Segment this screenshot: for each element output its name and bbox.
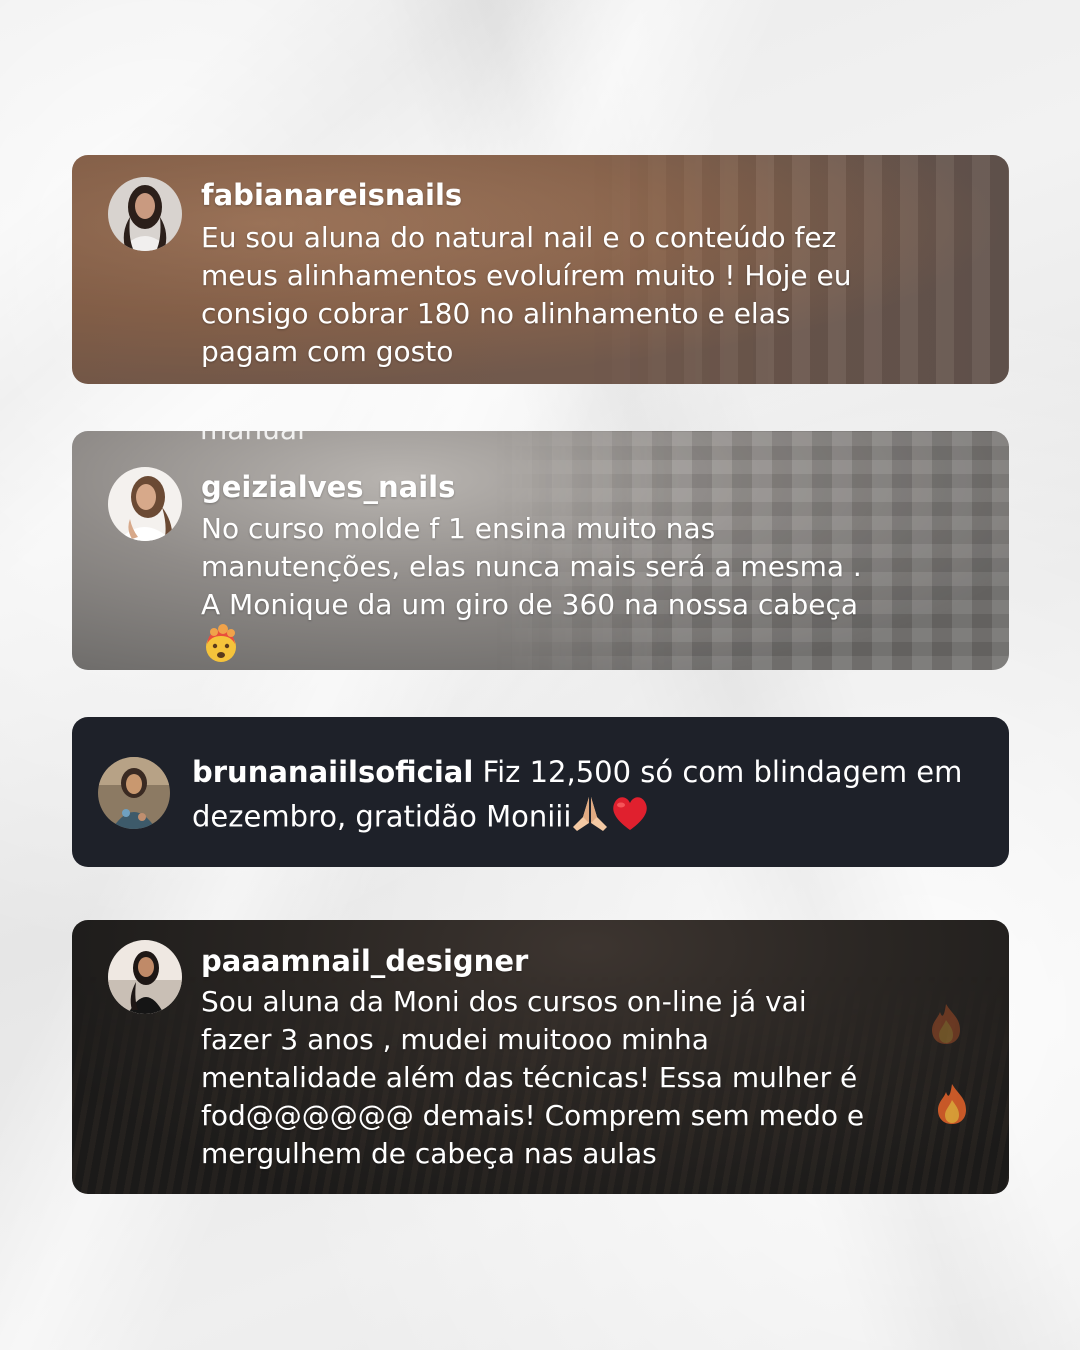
- comment-line: mentalidade além das técnicas! Essa mulh…: [201, 1061, 858, 1094]
- comment-text-part: Fiz 12,500 só com blindagem em: [473, 755, 963, 789]
- comment-line: consigo cobrar 180 no alinhamento e elas: [201, 297, 791, 330]
- comment-line: mergulhem de cabeça nas aulas: [201, 1137, 657, 1170]
- comment-line: brunanaiilsoficial Fiz 12,500 só com bli…: [192, 751, 979, 793]
- comment-text: Eu sou aluna do natural nail e o conteúd…: [201, 219, 851, 371]
- comment-card-4: paaamnail_designer Sou aluna da Moni dos…: [72, 920, 1009, 1194]
- fire-emoji-icon: [932, 1082, 972, 1130]
- avatar[interactable]: [108, 467, 182, 541]
- comment-line: manutenções, elas nunca mais será a mesm…: [201, 550, 862, 583]
- clipped-previous-text: manual: [200, 431, 305, 446]
- comment-line: Sou aluna da Moni dos cursos on-line já …: [201, 985, 807, 1018]
- comment-card-3: brunanaiilsoficial Fiz 12,500 só com bli…: [72, 717, 1009, 867]
- comment-line: fazer 3 anos , mudei muitooo minha: [201, 1023, 709, 1056]
- fire-emoji-icon: [926, 1002, 966, 1050]
- comment-card-1: fabianareisnails Eu sou aluna do natural…: [72, 155, 1009, 384]
- comment-line: Eu sou aluna do natural nail e o conteúd…: [201, 221, 837, 254]
- comment-line: pagam com gosto: [201, 335, 454, 368]
- praying-hands-emoji-icon: [571, 793, 609, 844]
- comment-card-2: manual geizialves_nails No curso molde f…: [72, 431, 1009, 670]
- comment-username[interactable]: paaamnail_designer: [201, 944, 528, 978]
- comment-username[interactable]: brunanaiilsoficial: [192, 755, 473, 789]
- comment-text: Sou aluna da Moni dos cursos on-line já …: [201, 983, 864, 1173]
- comment-line: A Monique da um giro de 360 na nossa cab…: [201, 588, 859, 621]
- avatar[interactable]: [108, 177, 182, 251]
- avatar[interactable]: [108, 940, 182, 1014]
- comment-line: dezembro, gratidão Moniii: [192, 793, 979, 844]
- avatar[interactable]: [98, 757, 170, 829]
- comment-line: fod@@@@@@ demais! Comprem sem medo e: [201, 1099, 865, 1132]
- comment-username[interactable]: geizialves_nails: [201, 470, 455, 504]
- comment-text: brunanaiilsoficial Fiz 12,500 só com bli…: [192, 751, 979, 844]
- comment-line: No curso molde f 1 ensina muito nas: [201, 512, 716, 545]
- exploding-head-emoji-icon: [201, 624, 241, 670]
- comment-username[interactable]: fabianareisnails: [201, 178, 462, 212]
- comment-emoji-line: [201, 624, 862, 670]
- red-heart-emoji-icon: [609, 793, 651, 844]
- comment-text-part: dezembro, gratidão Moniii: [192, 799, 572, 834]
- comment-line: meus alinhamentos evoluírem muito ! Hoje…: [201, 259, 852, 292]
- comment-text: No curso molde f 1 ensina muito nas manu…: [201, 510, 862, 670]
